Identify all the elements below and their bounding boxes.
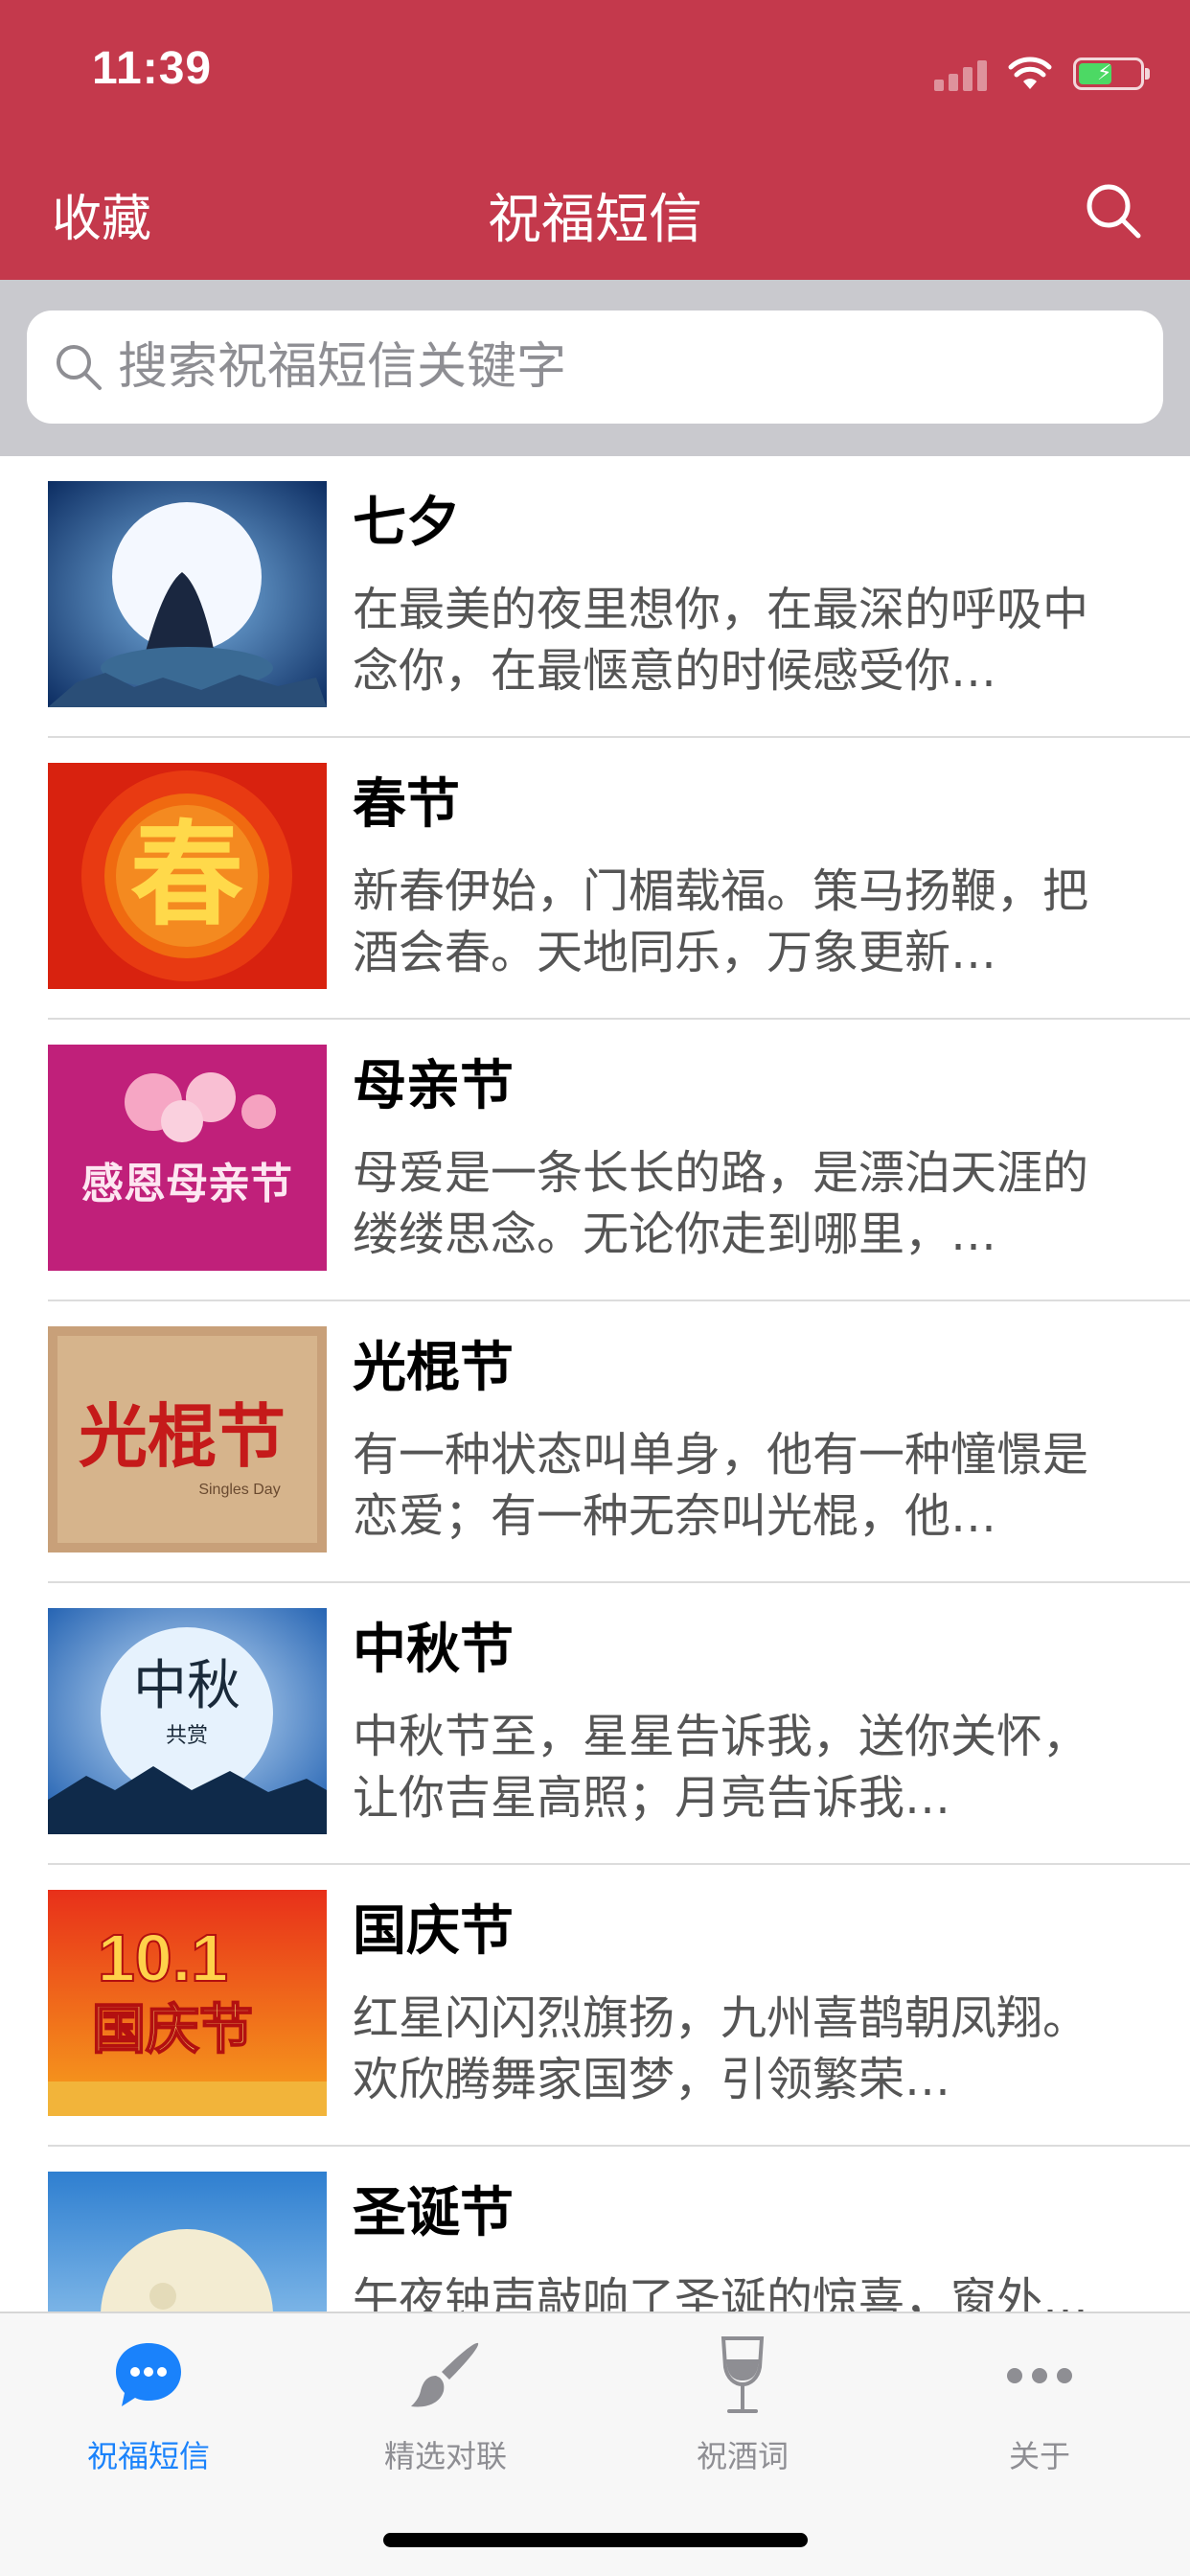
- chat-bubble-icon: [116, 2343, 181, 2406]
- list-item[interactable]: 光棍节 Singles Day 光棍节 有一种状态叫单身，他有一种憧憬是恋爱；有…: [0, 1301, 1190, 1583]
- status-time: 11:39: [92, 43, 213, 94]
- mothers-day-thumbnail: 感恩母亲节: [48, 1045, 327, 1271]
- singles-day-subtext: Singles Day: [198, 1482, 280, 1498]
- tab-toasts[interactable]: 祝酒词: [594, 2333, 891, 2486]
- tab-label: 祝酒词: [696, 2438, 789, 2474]
- item-description: 红星闪闪烈旗扬，九州喜鹊朝凤翔。欢欣腾舞家国梦，引领繁荣…: [353, 1991, 1089, 2106]
- item-title: 七夕: [353, 492, 460, 554]
- tab-couplets[interactable]: 精选对联: [297, 2333, 594, 2486]
- tab-label: 关于: [1008, 2438, 1070, 2474]
- mid-autumn-thumbnail: 中秋 共赏: [48, 1608, 327, 1834]
- singles-day-text: 光棍节: [79, 1396, 286, 1477]
- list-item[interactable]: 感恩母亲节 母亲节 母爱是一条长长的路，是漂泊天涯的缕缕思念。无论你走到哪里，…: [0, 1020, 1190, 1301]
- item-description: 午夜钟声敲响了圣诞的惊喜，窗外…: [353, 2273, 1089, 2312]
- tab-about[interactable]: 关于: [891, 2333, 1188, 2486]
- page-title: 祝福短信: [488, 189, 702, 251]
- status-bar: 11:39 ⚡: [0, 0, 1190, 144]
- item-description: 在最美的夜里想你，在最深的呼吸中念你，在最惬意的时候感受你…: [353, 583, 1089, 698]
- item-description: 新春伊始，门楣载福。策马扬鞭，把酒会春。天地同乐，万象更新…: [353, 864, 1089, 979]
- item-title: 光棍节: [353, 1337, 514, 1399]
- list-item[interactable]: 中秋 共赏 中秋节 中秋节至，星星告诉我，送你关怀，让你吉星高照；月亮告诉我…: [0, 1583, 1190, 1865]
- search-field-icon: [57, 345, 102, 390]
- search-bar: [0, 280, 1190, 456]
- list-item[interactable]: 七夕 在最美的夜里想你，在最深的呼吸中念你，在最惬意的时候感受你…: [0, 456, 1190, 738]
- navigation-bar: 收藏 祝福短信: [0, 144, 1190, 280]
- national-day-thumbnail: 10.1 国庆节: [48, 1890, 327, 2116]
- qixi-thumbnail: [48, 481, 327, 707]
- mid-autumn-text: 中秋: [133, 1655, 240, 1717]
- tab-label: 祝福短信: [86, 2438, 210, 2474]
- spring-festival-thumbnail: 春: [48, 763, 327, 989]
- signal-icon: [934, 57, 987, 91]
- list-item[interactable]: 10.1 国庆节 国庆节 红星闪闪烈旗扬，九州喜鹊朝凤翔。欢欣腾舞家国梦，引领繁…: [0, 1865, 1190, 2147]
- item-description: 中秋节至，星星告诉我，送你关怀，让你吉星高照；月亮告诉我…: [353, 1710, 1089, 1825]
- search-field[interactable]: [27, 310, 1163, 424]
- wifi-icon: [1008, 57, 1052, 89]
- item-description: 母爱是一条长长的路，是漂泊天涯的缕缕思念。无论你走到哪里，…: [353, 1146, 1089, 1261]
- search-input[interactable]: [118, 310, 1133, 424]
- item-description: 有一种状态叫单身，他有一种憧憬是恋爱；有一种无奈叫光棍，他…: [353, 1428, 1089, 1543]
- search-icon[interactable]: [1083, 180, 1144, 242]
- more-icon: [1007, 2368, 1072, 2383]
- item-title: 圣诞节: [353, 2182, 514, 2244]
- tab-label: 精选对联: [383, 2438, 507, 2474]
- tab-greeting-sms[interactable]: 祝福短信: [0, 2333, 297, 2486]
- item-title: 中秋节: [353, 1619, 514, 1681]
- spring-char: 春: [130, 808, 243, 941]
- item-title: 国庆节: [353, 1900, 514, 1963]
- home-indicator[interactable]: [383, 2533, 808, 2547]
- list-item[interactable]: 春 春节 新春伊始，门楣载福。策马扬鞭，把酒会春。天地同乐，万象更新…: [0, 738, 1190, 1020]
- national-day-number: 10.1: [98, 1920, 228, 1995]
- national-day-text: 国庆节: [92, 1999, 253, 2061]
- brush-icon: [411, 2342, 479, 2407]
- item-title: 春节: [353, 773, 460, 836]
- mothers-day-text: 感恩母亲节: [81, 1160, 292, 1208]
- item-title: 母亲节: [353, 1055, 514, 1117]
- list-item[interactable]: 圣诞节 午夜钟声敲响了圣诞的惊喜，窗外…: [0, 2147, 1190, 2312]
- singles-day-thumbnail: 光棍节 Singles Day: [48, 1326, 327, 1552]
- christmas-thumbnail: [48, 2172, 327, 2312]
- mid-autumn-subtext: 共赏: [166, 1724, 208, 1748]
- status-icons: ⚡: [934, 50, 1150, 98]
- greeting-list: 七夕 在最美的夜里想你，在最深的呼吸中念你，在最惬意的时候感受你… 春 春节 新…: [0, 456, 1190, 2312]
- battery-icon: ⚡: [1073, 58, 1150, 90]
- wine-glass-icon: [721, 2336, 765, 2413]
